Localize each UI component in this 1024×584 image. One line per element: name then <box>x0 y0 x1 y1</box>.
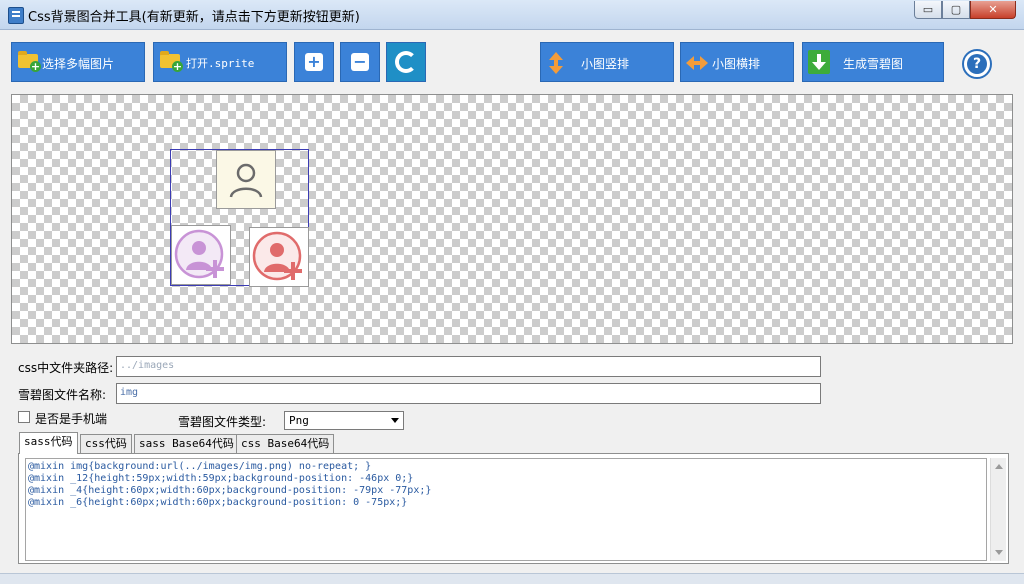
scroll-down-icon[interactable] <box>995 550 1003 555</box>
help-icon: ? <box>967 54 987 74</box>
tab-css[interactable]: css代码 <box>80 434 132 453</box>
sprite-canvas[interactable] <box>11 94 1013 344</box>
filetype-select[interactable]: Png <box>284 411 404 430</box>
select-images-button[interactable]: + 选择多幅图片 <box>11 42 145 82</box>
code-line: @mixin _6{height:60px;width:60px;backgro… <box>28 497 408 508</box>
maximize-button[interactable]: ▢ <box>942 1 970 19</box>
status-bar <box>0 573 1024 584</box>
open-sprite-button[interactable]: + 打开.sprite <box>153 42 287 82</box>
code-line: @mixin _4{height:60px;width:60px;backgro… <box>28 485 432 496</box>
sprite-tile-user-outline[interactable] <box>216 150 276 209</box>
minus-icon: − <box>351 53 369 71</box>
horizontal-arrows-icon <box>686 56 708 70</box>
tab-css-base64[interactable]: css Base64代码 <box>236 434 335 453</box>
scroll-up-icon[interactable] <box>995 464 1003 469</box>
chevron-down-icon <box>391 418 399 423</box>
app-icon <box>8 7 24 24</box>
code-line: @mixin img{background:url(../images/img.… <box>28 461 372 472</box>
title-bar: Css背景图合并工具(有新更新，请点击下方更新按钮更新) ▭ ▢ ✕ <box>0 0 1024 30</box>
sprite-tile-user-add-red[interactable] <box>249 227 309 287</box>
code-scrollbar[interactable] <box>990 458 1006 561</box>
code-panel: @mixin img{background:url(../images/img.… <box>18 453 1009 564</box>
generate-sprite-label: 生成雪碧图 <box>843 57 904 71</box>
add-image-button[interactable]: + <box>294 42 334 82</box>
tab-sass[interactable]: sass代码 <box>19 432 78 454</box>
code-textarea[interactable]: @mixin img{background:url(../images/img.… <box>25 458 987 561</box>
download-icon <box>808 50 830 74</box>
refresh-icon <box>395 51 417 73</box>
sprite-name-label: 雪碧图文件名称: <box>18 388 107 402</box>
user-add-red-icon <box>252 231 302 281</box>
vertical-arrange-label: 小图竖排 <box>581 57 630 71</box>
code-line: @mixin _12{height:59px;width:59px;backgr… <box>28 473 414 484</box>
tab-sass-base64[interactable]: sass Base64代码 <box>134 434 239 453</box>
css-path-label: css中文件夹路径: <box>18 361 114 375</box>
open-sprite-label: 打开.sprite <box>186 57 255 70</box>
user-outline-icon <box>229 163 263 198</box>
minimize-button[interactable]: ▭ <box>914 1 942 19</box>
horizontal-arrange-button[interactable]: 小图横排 <box>680 42 794 82</box>
window-title: Css背景图合并工具(有新更新，请点击下方更新按钮更新) <box>28 10 360 25</box>
select-images-label: 选择多幅图片 <box>42 57 115 71</box>
mobile-checkbox[interactable] <box>18 411 30 423</box>
mobile-label: 是否是手机端 <box>35 412 108 426</box>
remove-image-button[interactable]: − <box>340 42 380 82</box>
vertical-arrange-button[interactable]: 小图竖排 <box>540 42 674 82</box>
filetype-label: 雪碧图文件类型: <box>178 415 267 429</box>
folder-add-icon: + <box>160 51 183 72</box>
folder-add-icon: + <box>18 51 41 72</box>
css-path-input[interactable]: ../images <box>116 356 821 377</box>
refresh-button[interactable] <box>386 42 426 82</box>
filetype-value: Png <box>289 414 309 427</box>
close-button[interactable]: ✕ <box>970 1 1016 19</box>
horizontal-arrange-label: 小图横排 <box>712 57 761 71</box>
vertical-arrows-icon <box>549 52 563 74</box>
sprite-name-input[interactable]: img <box>116 383 821 404</box>
plus-icon: + <box>305 53 323 71</box>
sprite-tile-user-add-purple[interactable] <box>171 225 231 285</box>
user-add-purple-icon <box>174 229 224 279</box>
generate-sprite-button[interactable]: 生成雪碧图 <box>802 42 944 82</box>
help-button[interactable]: ? <box>962 49 992 79</box>
